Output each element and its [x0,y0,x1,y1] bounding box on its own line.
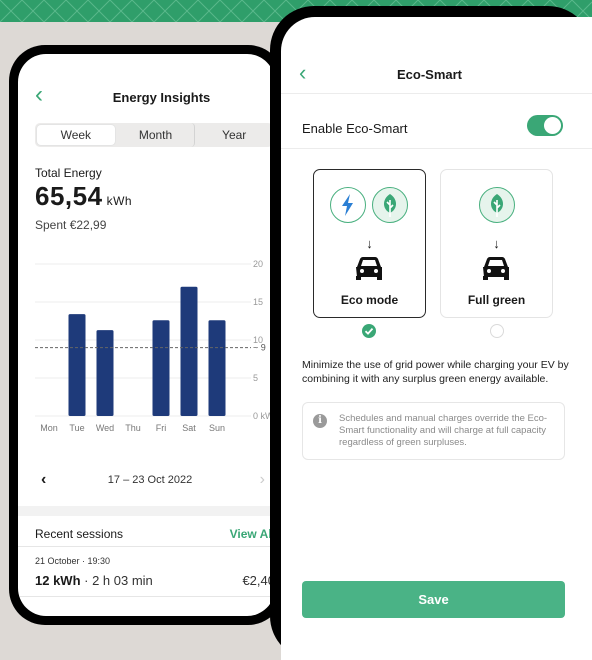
bar-sat [180,286,198,416]
leaf-icon [479,187,515,223]
mode-name-full-green: Full green [467,293,526,307]
y-tick-label: 5 [253,373,258,383]
tab-month[interactable]: Month [117,123,196,147]
mode-name-eco: Eco mode [340,293,399,307]
arrow-down-icon: ↓ [493,236,500,251]
period-segmented-control: Week Month Year [35,123,273,147]
session-date: 21 October · 19:30 [35,556,111,566]
info-note: i Schedules and manual charges override … [302,402,565,460]
session-energy: 12 kWh [35,573,81,588]
divider [281,148,592,149]
arrow-down-icon: ↓ [366,236,373,251]
average-label: ~ 9 [253,343,266,353]
total-energy-unit: kWh [106,194,133,208]
y-tick-label: 20 [253,259,263,269]
bar-fri [152,320,170,416]
car-icon [354,255,384,286]
week-range-label: 17 – 23 Oct 2022 [107,474,193,486]
tab-year[interactable]: Year [195,123,273,147]
leaf-icon [372,187,408,223]
x-tick-label: Sat [182,423,196,433]
divider [18,546,275,547]
checkmark-icon [364,327,374,335]
enable-eco-smart-label: Enable Eco-Smart [302,121,408,136]
session-duration: · 2 h 03 min [80,573,153,588]
left-phone: ‹ Energy Insights Week Month Year Total … [9,45,284,625]
y-tick-label: 15 [253,297,263,307]
x-tick-label: Tue [69,423,84,433]
total-energy-value: 65,54 kWh [35,181,132,212]
recent-sessions-heading: Recent sessions [35,527,124,541]
mode-card-full-green[interactable]: ↓ Full green [440,169,553,318]
page-title: Energy Insights [112,90,211,105]
toggle-knob [544,117,561,134]
radio-eco-selected[interactable] [362,324,376,338]
bar-wed [96,330,114,416]
spent-amount: Spent €22,99 [35,218,107,232]
divider [281,93,592,94]
x-tick-label: Sun [209,423,225,433]
mode-description: Minimize the use of grid power while cha… [302,359,569,385]
x-tick-label: Mon [40,423,58,433]
view-all-link[interactable]: View All [230,527,275,541]
next-week-chevron-icon[interactable]: › [260,471,265,489]
mode-card-eco[interactable]: ↓ Eco mode [313,169,426,318]
eco-smart-toggle[interactable] [527,115,563,136]
week-navigation: ‹ 17 – 23 Oct 2022 › [35,471,265,491]
tab-week[interactable]: Week [37,125,115,145]
total-energy-label: Total Energy [35,166,102,180]
total-energy-number: 65,54 [35,181,103,211]
radio-full-green[interactable] [490,324,504,338]
session-summary[interactable]: 12 kWh · 2 h 03 min [35,573,153,588]
x-tick-label: Wed [96,423,114,433]
eco-smart-screen: ‹ Eco-Smart Enable Eco-Smart ↓ Eco mode … [281,17,592,660]
divider [18,596,275,597]
lightning-icon [330,187,366,223]
energy-insights-screen: ‹ Energy Insights Week Month Year Total … [18,54,275,616]
right-phone: ‹ Eco-Smart Enable Eco-Smart ↓ Eco mode … [270,6,592,660]
weekly-energy-bar-chart: 0 kWh5101520MonTueWedThuFriSatSun~ 9 [35,259,273,433]
save-button[interactable]: Save [302,581,565,618]
info-icon: i [313,414,327,428]
bar-tue [68,314,86,416]
x-tick-label: Thu [125,423,141,433]
car-icon [481,255,511,286]
x-tick-label: Fri [156,423,167,433]
info-note-text: Schedules and manual charges override th… [339,413,548,448]
section-separator [18,506,275,516]
page-title: Eco-Smart [396,67,463,82]
bar-sun [208,320,226,416]
